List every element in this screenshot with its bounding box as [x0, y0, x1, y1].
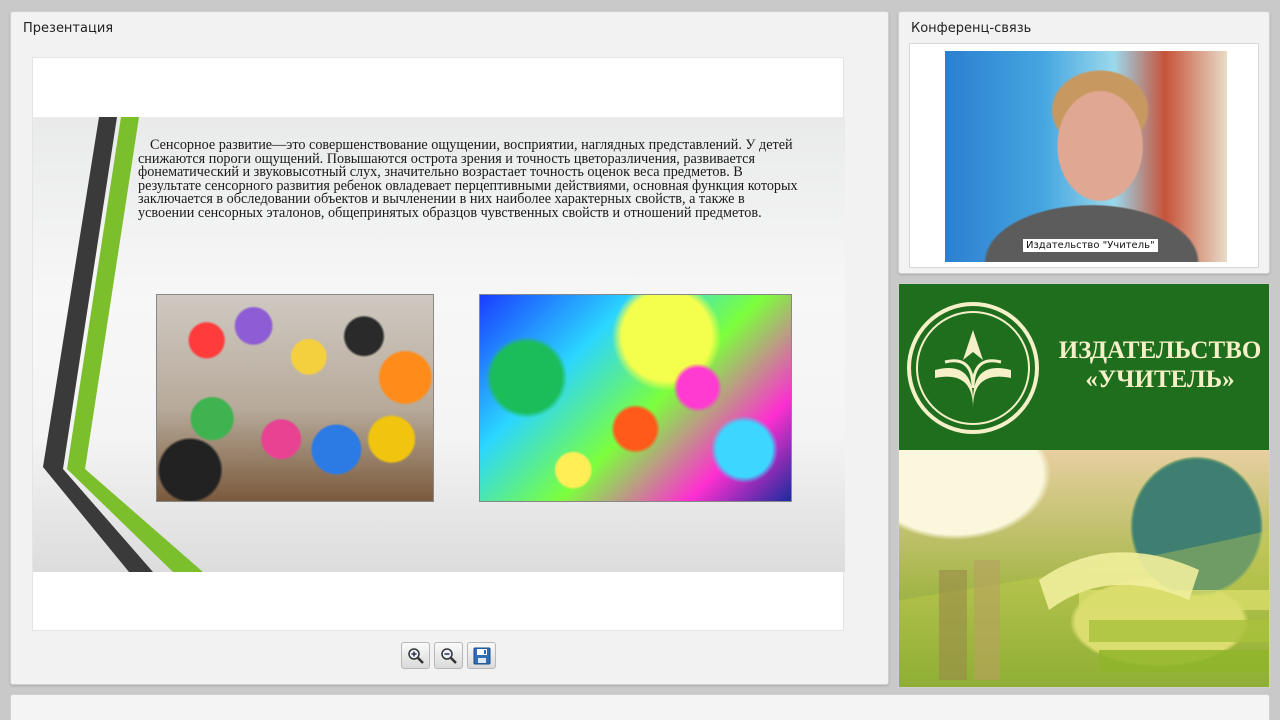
slide-text: Сенсорное развитие—это совершенствование…	[138, 137, 798, 221]
zoom-in-icon	[407, 647, 424, 664]
presentation-toolbar	[401, 642, 496, 670]
sensory-room-photo	[479, 294, 792, 502]
publisher-logo-icon	[907, 302, 1039, 434]
video-caption: Издательство "Учитель"	[1023, 239, 1158, 252]
speaker-video[interactable]: Издательство "Учитель"	[945, 51, 1227, 262]
zoom-out-icon	[440, 647, 457, 664]
banner-top: ИЗДАТЕЛЬСТВО «УЧИТЕЛЬ»	[899, 284, 1269, 450]
presentation-panel: Презентация Сенсорное развитие—это совер…	[10, 11, 889, 685]
banner-swoosh	[899, 530, 1269, 687]
save-button[interactable]	[467, 642, 496, 669]
bottom-bar	[10, 694, 1270, 720]
slide: Сенсорное развитие—это совершенствование…	[33, 117, 845, 572]
publisher-name-line2: «УЧИТЕЛЬ»	[1085, 366, 1235, 393]
zoom-out-button[interactable]	[434, 642, 463, 669]
books-globe-image	[899, 450, 1269, 687]
publisher-name: ИЗДАТЕЛЬСТВО «УЧИТЕЛЬ»	[1054, 336, 1266, 394]
floppy-disk-icon	[473, 647, 490, 664]
presentation-title: Презентация	[23, 21, 114, 36]
zoom-in-button[interactable]	[401, 642, 430, 669]
sensory-toys-photo	[156, 294, 434, 502]
publisher-name-line1: ИЗДАТЕЛЬСТВО	[1058, 337, 1262, 364]
video-frame: Издательство "Учитель"	[909, 43, 1259, 268]
conference-panel: Конференц-связь Издательство "Учитель"	[898, 11, 1270, 274]
publisher-banner: ИЗДАТЕЛЬСТВО «УЧИТЕЛЬ»	[898, 283, 1270, 688]
conference-title: Конференц-связь	[911, 21, 1032, 36]
slide-page: Сенсорное развитие—это совершенствование…	[32, 57, 845, 631]
